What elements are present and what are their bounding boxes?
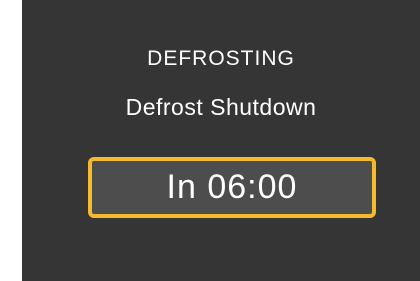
display-panel: DEFROSTING Defrost Shutdown In 06:00 xyxy=(22,0,420,281)
mode-label: Defrost Shutdown xyxy=(125,94,317,120)
countdown-box[interactable]: In 06:00 xyxy=(88,157,376,218)
status-title: DEFROSTING xyxy=(147,47,295,70)
countdown-value: In 06:00 xyxy=(166,168,298,206)
